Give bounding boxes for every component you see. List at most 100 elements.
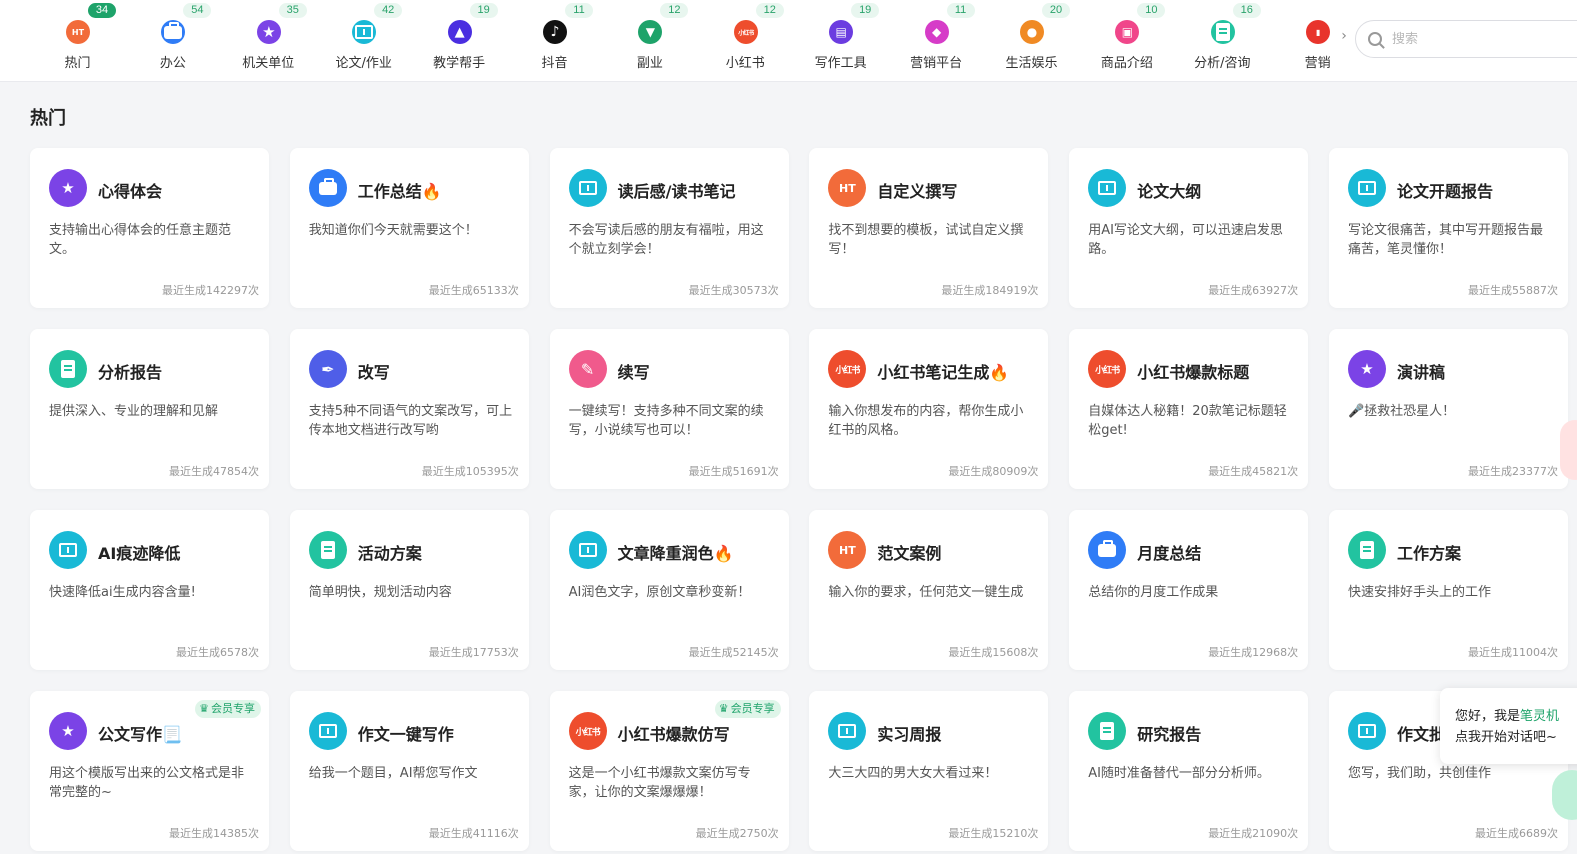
template-card[interactable]: 小红书 小红书笔记生成🔥 输入你想发布的内容，帮你生成小红书的风格。 最近生成8090… [809, 329, 1049, 489]
chat-launcher-button[interactable] [1552, 770, 1577, 820]
template-card[interactable]: 小红书 小红书爆款仿写 这是一个小红书爆款文案仿写专家，让你的文案爆爆爆！ 最近生成2… [549, 691, 789, 851]
category-tab[interactable]: ▼ 12 副业 [602, 0, 697, 81]
card-title: 论文开题报告 [1397, 182, 1494, 201]
card-description: 支持输出心得体会的任意主题范文。 [49, 223, 232, 257]
usage-count: 最近生成14385次 [169, 827, 259, 840]
template-card[interactable]: 论文开题报告 写论文很痛苦，其中写开题报告最痛苦，笔灵懂你！ 最近生成55887次 [1329, 148, 1568, 308]
category-label: 生活娱乐 [1005, 56, 1058, 71]
count-badge: 11 [565, 3, 593, 18]
template-card[interactable]: ★ 心得体会 支持输出心得体会的任意主题范文。 最近生成142297次 [30, 148, 269, 308]
book-icon [352, 20, 377, 44]
category-tab[interactable]: ♪ 11 抖音 [507, 0, 602, 81]
usage-count: 最近生成105395次 [421, 465, 519, 478]
notebook-icon: ▤ [829, 20, 854, 44]
template-card[interactable]: ✒ 改写 支持5种不同语气的文案改写，可上传本地文档进行改写哟 最近生成105395次 [289, 329, 529, 489]
usage-count: 最近生成51691次 [688, 465, 779, 478]
chat-greeting: 您好，我是 [1455, 709, 1521, 724]
card-description: 总结你的月度工作成果 [1088, 585, 1219, 600]
chevron-right-icon[interactable]: › [1337, 28, 1351, 48]
usage-count: 最近生成6689次 [1475, 827, 1558, 840]
card-title: 公文写作📃 [98, 725, 182, 744]
usage-count: 最近生成11004次 [1468, 646, 1558, 659]
category-tab[interactable]: 42 论文/作业 [316, 0, 411, 81]
card-title: 月度总结 [1137, 544, 1202, 563]
template-card[interactable]: 作文一键写作 给我一个题目，AI帮您写作文 最近生成41116次 [289, 691, 529, 851]
crown-icon: ♛ [199, 702, 209, 715]
category-label: 副业 [636, 56, 663, 71]
category-tab[interactable]: ★ 35 机关单位 [221, 0, 316, 81]
card-description: 找不到想要的模板，试试自定义撰写！ [828, 223, 1024, 257]
card-description: AI润色文字，原创文章秒变新！ [568, 585, 751, 600]
count-badge: 16 [1232, 3, 1261, 18]
search-box[interactable] [1355, 20, 1577, 58]
template-card[interactable]: 工作方案 快速安排好手头上的工作 最近生成11004次 [1329, 510, 1568, 670]
xhs-icon: 小红书 [1088, 350, 1127, 388]
usage-count: 最近生成41116次 [428, 827, 519, 840]
count-badge: 42 [374, 3, 403, 18]
template-card[interactable]: ★ 公文写作📃 用这个模版写出来的公文格式是非常完整的~ 最近生成14385次 ♛ 会员专… [30, 691, 269, 851]
count-badge: 11 [946, 3, 975, 18]
category-label: 商品介绍 [1100, 56, 1153, 71]
book-icon [568, 169, 607, 207]
template-card[interactable]: 研究报告 AI随时准备替代一部分分析师。 最近生成21090次 [1069, 691, 1309, 851]
template-card[interactable]: 月度总结 总结你的月度工作成果 最近生成12968次 [1069, 510, 1309, 670]
side-decoration [1560, 420, 1577, 480]
template-card[interactable]: AI痕迹降低 快速降低ai生成内容含量! 最近生成6578次 [30, 510, 269, 670]
category-tab[interactable]: 54 办公 [125, 0, 220, 81]
template-card[interactable]: 活动方案 简单明快，规划活动内容 最近生成17753次 [289, 510, 529, 670]
card-title: 小红书爆款标题 [1137, 363, 1250, 382]
xhs-icon: 小红书 [828, 350, 867, 388]
category-tab[interactable]: ◆ 11 营销平台 [889, 0, 984, 81]
chat-tooltip[interactable]: 您好，我是笔灵机 点我开始对话吧~ [1440, 688, 1577, 764]
card-description: 一键续写！支持多种不同文案的续写，小说续写也可以！ [568, 404, 764, 438]
template-card[interactable]: 论文大纲用AI写论文大纲，可以迅速启发思路。最近生成63927次 [1069, 148, 1309, 308]
chat-line2: 点我开始对话吧~ [1455, 730, 1557, 745]
usage-count: 最近生成184919次 [941, 284, 1039, 297]
crown-icon: ♛ [718, 702, 729, 715]
usage-count: 最近生成47854次 [169, 465, 259, 478]
template-card[interactable]: 小红书 小红书爆款标题 自媒体达人秘籍！20款笔记标题轻松get! 最近生成45821… [1069, 329, 1309, 489]
HT-icon: HT [66, 20, 90, 44]
card-description: 给我一个题目，AI帮您写作文 [308, 766, 478, 781]
category-tab[interactable]: ▤ 19 写作工具 [793, 0, 888, 81]
category-tab[interactable]: ▮ 营销 [1270, 0, 1340, 81]
count-badge: 35 [278, 3, 307, 18]
card-description: 用AI写论文大纲，可以迅速启发思路。 [1088, 223, 1283, 257]
template-card[interactable]: ✎ 续写 一键续写！支持多种不同文案的续写，小说续写也可以！ 最近生成51691次 [549, 329, 789, 489]
book-icon [828, 712, 867, 750]
cap-icon: ▲ [447, 20, 472, 44]
bag-icon: ▣ [1115, 20, 1140, 44]
template-card[interactable]: 读后感/读书笔记 不会写读后感的朋友有福啦，用这个就立刻学会！ 最近生成30573次 [549, 148, 789, 308]
category-tab[interactable]: ▣ 10 商品介绍 [1079, 0, 1174, 81]
book-icon [308, 712, 347, 750]
book-icon [49, 531, 87, 569]
doc-icon [1088, 712, 1127, 750]
search-input[interactable] [1392, 29, 1572, 49]
card-description: 输入你想发布的内容，帮你生成小红书的风格。 [828, 404, 1024, 438]
template-card[interactable]: 文章降重润色🔥 AI润色文字，原创文章秒变新！ 最近生成52145次 [549, 510, 789, 670]
template-card[interactable]: 工作总结🔥 我知道你们今天就需要这个！ 最近生成65133次 [289, 148, 529, 308]
card-title: 实习周报 [877, 725, 942, 744]
category-tab[interactable]: 小红书 12 小红书 [698, 0, 793, 81]
category-tab[interactable]: ▲ 19 教学帮手 [412, 0, 507, 81]
card-description: 简单明快，规划活动内容 [308, 585, 452, 600]
template-card[interactable]: HT 范文案例 输入你的要求，任何范文一键生成 最近生成15608次 [809, 510, 1049, 670]
template-card[interactable]: 实习周报 大三大四的男大女大看过来！ 最近生成15210次 [809, 691, 1049, 851]
card-title: 范文案例 [877, 544, 942, 563]
template-card[interactable]: ★ 演讲稿 🎤拯救社恐星人！ 最近生成23377次 [1329, 329, 1568, 489]
category-tab[interactable]: 16 分析/咨询 [1175, 0, 1270, 81]
card-title: 论文大纲 [1137, 182, 1202, 201]
category-tab[interactable]: HT 34 热门 [30, 0, 125, 81]
xhs-icon: 小红书 [733, 20, 758, 44]
template-card[interactable]: HT 自定义撰写 找不到想要的模板，试试自定义撰写！ 最近生成184919次 [809, 148, 1049, 308]
category-tab[interactable]: ● 20 生活娱乐 [984, 0, 1079, 81]
note-icon: ♪ [543, 20, 567, 44]
template-card[interactable]: 分析报告 提供深入、专业的理解和见解 最近生成47854次 [30, 329, 269, 489]
usage-count: 最近生成15210次 [948, 827, 1039, 840]
card-description: 输入你的要求，任何范文一键生成 [828, 585, 1024, 600]
usage-count: 最近生成142297次 [162, 284, 259, 297]
section-title: 热门 [30, 108, 66, 129]
card-title: 心得体会 [98, 182, 163, 201]
usage-count: 最近生成63927次 [1208, 284, 1299, 297]
chat-bot-name: 笔灵机 [1520, 709, 1560, 724]
